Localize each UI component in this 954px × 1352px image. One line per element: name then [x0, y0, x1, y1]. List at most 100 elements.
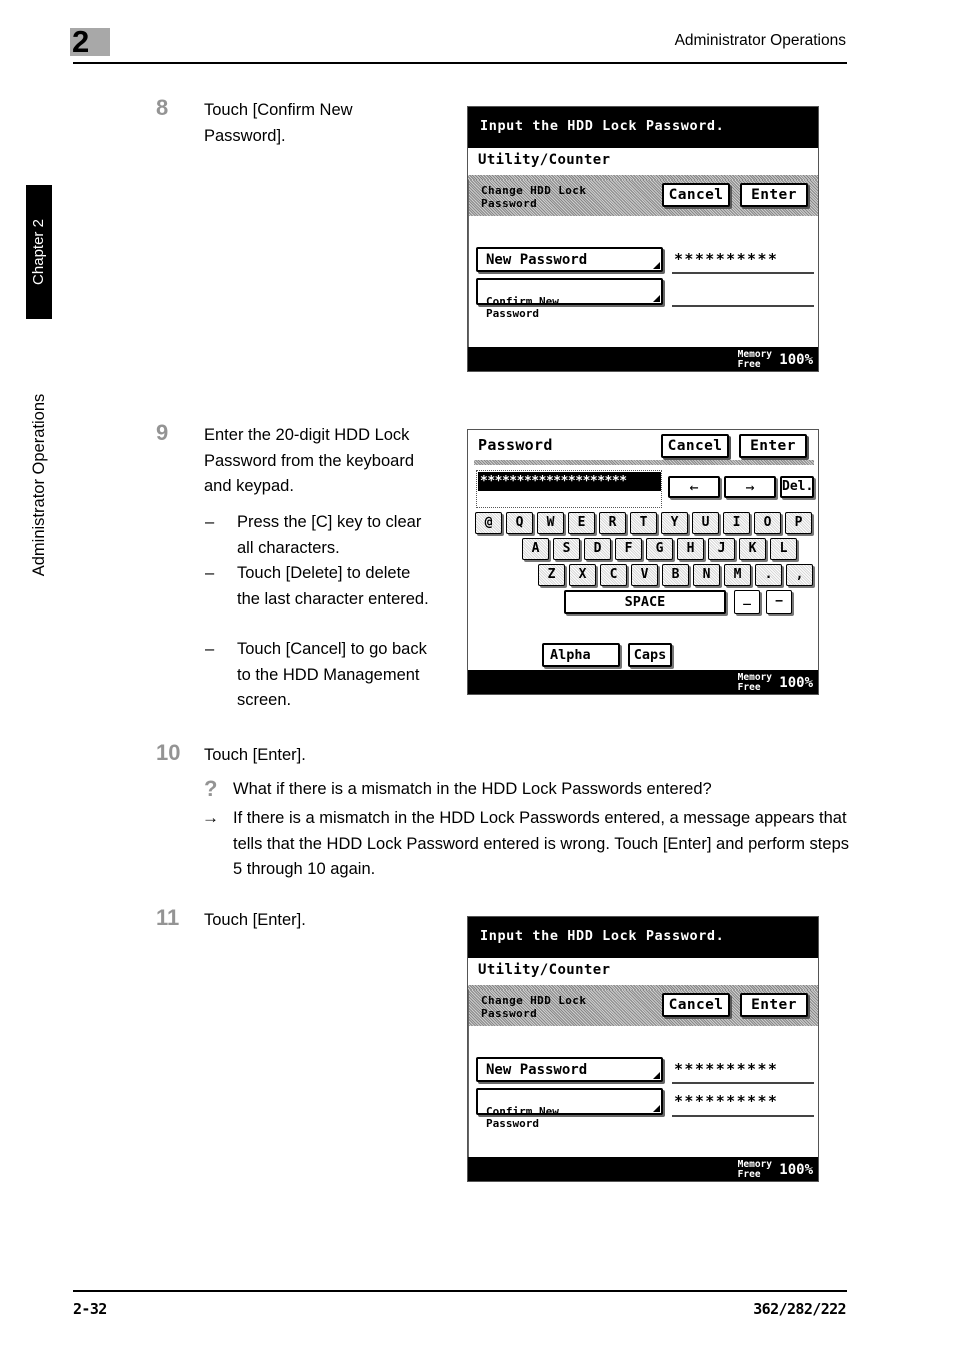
screen3-confirm-password-button[interactable]: Confirm New Password [476, 1088, 663, 1130]
step-9-number: 9 [156, 420, 169, 445]
key-x[interactable]: X [569, 564, 596, 586]
key-v[interactable]: V [631, 564, 658, 586]
page-header: 2 Administrator Operations [0, 0, 954, 70]
screen3-new-password-value: ********** [674, 1060, 779, 1078]
screen3-new-password-underline [672, 1082, 814, 1084]
screen1-new-password-label: New Password [486, 252, 588, 268]
screen1-subtitle: Utility/Counter [468, 148, 818, 175]
step-9-bullet-3-dash: – [205, 640, 215, 658]
key-at[interactable]: @ [475, 512, 502, 534]
screen1-titlebar: Input the HDD Lock Password. [468, 107, 818, 148]
header-divider [73, 62, 847, 64]
screen3-enter-button[interactable]: Enter [740, 993, 808, 1017]
keyboard-password-input[interactable]: ******************** [476, 470, 662, 508]
key-n[interactable]: N [693, 564, 720, 586]
key-s[interactable]: S [553, 538, 580, 560]
screen1-enter-button[interactable]: Enter [740, 183, 808, 207]
key-w[interactable]: W [537, 512, 564, 534]
key-b[interactable]: B [662, 564, 689, 586]
screen1-new-password-button[interactable]: New Password [476, 247, 663, 272]
screen3-tab-area: Change HDD Lock Password Cancel Enter [468, 990, 818, 1026]
key-c[interactable]: C [600, 564, 627, 586]
key-j[interactable]: J [708, 538, 735, 560]
screen-hdd-password-filled: Input the HDD Lock Password. Utility/Cou… [467, 916, 819, 1182]
caps-toggle-button[interactable]: Caps [628, 643, 672, 667]
key-r[interactable]: R [599, 512, 626, 534]
key-l[interactable]: L [770, 538, 797, 560]
screen3-memory-percent: 100% [779, 1162, 813, 1178]
key-y[interactable]: Y [661, 512, 688, 534]
key-space[interactable]: SPACE [564, 590, 726, 614]
question-icon: ? [204, 776, 218, 801]
step-9-bullet-2-dash: – [205, 564, 215, 582]
header-title: Administrator Operations [674, 32, 846, 49]
key-g[interactable]: G [646, 538, 673, 560]
keyboard-memory-label: Memory Free [737, 672, 772, 693]
key-z[interactable]: Z [538, 564, 565, 586]
alpha-toggle-button[interactable]: Alpha [542, 643, 620, 667]
screen3-new-password-label: New Password [486, 1062, 588, 1078]
keyboard-canvas: Password Cancel Enter ******************… [468, 430, 818, 672]
corner-marker-icon [653, 1105, 660, 1112]
keyboard-status-bar: Memory Free 100% [468, 670, 818, 694]
keyboard-memory-percent: 100% [779, 675, 813, 691]
key-i[interactable]: I [723, 512, 750, 534]
key-period[interactable]: . [755, 564, 782, 586]
corner-marker-icon [653, 1072, 660, 1079]
step-8-text: Touch [Confirm New Password]. [204, 101, 353, 145]
screen3-memory-label: Memory Free [737, 1159, 772, 1180]
footer-divider [73, 1290, 847, 1292]
screen1-status-bar: Memory Free 100% [468, 347, 818, 371]
corner-marker-icon [653, 262, 660, 269]
cursor-left-arrow-icon[interactable]: ← [668, 476, 720, 498]
screen1-tab-area: Change HDD Lock Password Cancel Enter [468, 180, 818, 216]
step-8-number: 8 [156, 95, 169, 120]
keyboard-title: Password [478, 436, 553, 454]
step-10-answer: If there is a mismatch in the HDD Lock P… [233, 809, 849, 878]
screen1-tab-label: Change HDD Lock Password [481, 184, 587, 210]
step-10-question: What if there is a mismatch in the HDD L… [233, 780, 712, 798]
screen3-confirm-password-underline [672, 1115, 814, 1117]
footer-model-numbers: 362/282/222 [753, 1300, 846, 1318]
key-comma[interactable]: , [786, 564, 813, 586]
screen3-tab-label: Change HDD Lock Password [481, 994, 587, 1020]
footer-page-number: 2-32 [73, 1300, 107, 1318]
key-f[interactable]: F [615, 538, 642, 560]
screen1-new-password-underline [672, 272, 814, 274]
key-k[interactable]: K [739, 538, 766, 560]
step-10-number: 10 [156, 740, 181, 765]
screen1-memory-label: Memory Free [737, 349, 772, 370]
key-a[interactable]: A [522, 538, 549, 560]
sidebar-vertical-title: Administrator Operations [30, 393, 48, 577]
key-m[interactable]: M [724, 564, 751, 586]
screen3-cancel-button[interactable]: Cancel [662, 993, 730, 1017]
screen1-cancel-button[interactable]: Cancel [662, 183, 730, 207]
key-hyphen[interactable]: − [766, 590, 792, 614]
chapter-tab-label: Chapter 2 [30, 219, 47, 285]
key-q[interactable]: Q [506, 512, 533, 534]
step-9-bullet-1-dash: – [205, 513, 215, 531]
key-underscore[interactable]: _ [734, 590, 760, 614]
cursor-right-arrow-icon[interactable]: → [724, 476, 776, 498]
arrow-right-icon: → [202, 808, 219, 827]
key-e[interactable]: E [568, 512, 595, 534]
key-d[interactable]: D [584, 538, 611, 560]
key-t[interactable]: T [630, 512, 657, 534]
key-p[interactable]: P [785, 512, 812, 534]
keyboard-cancel-button[interactable]: Cancel [661, 434, 729, 458]
step-9-text: Enter the 20-digit HDD Lock Password fro… [204, 426, 415, 495]
screen1-confirm-password-label: Confirm New Password [486, 294, 559, 320]
keyboard-enter-button[interactable]: Enter [739, 434, 807, 458]
key-h[interactable]: H [677, 538, 704, 560]
screen3-status-bar: Memory Free 100% [468, 1157, 818, 1181]
screen3-new-password-button[interactable]: New Password [476, 1057, 663, 1082]
chapter-number: 2 [72, 24, 90, 59]
keyboard-delete-button[interactable]: Del. [780, 476, 814, 498]
screen1-confirm-password-button[interactable]: Confirm New Password [476, 278, 663, 320]
screen3-subtitle: Utility/Counter [468, 958, 818, 985]
chapter-tab: Chapter 2 [26, 185, 52, 319]
key-o[interactable]: O [754, 512, 781, 534]
corner-marker-icon [653, 295, 660, 302]
screen1-memory-percent: 100% [779, 352, 813, 368]
key-u[interactable]: U [692, 512, 719, 534]
